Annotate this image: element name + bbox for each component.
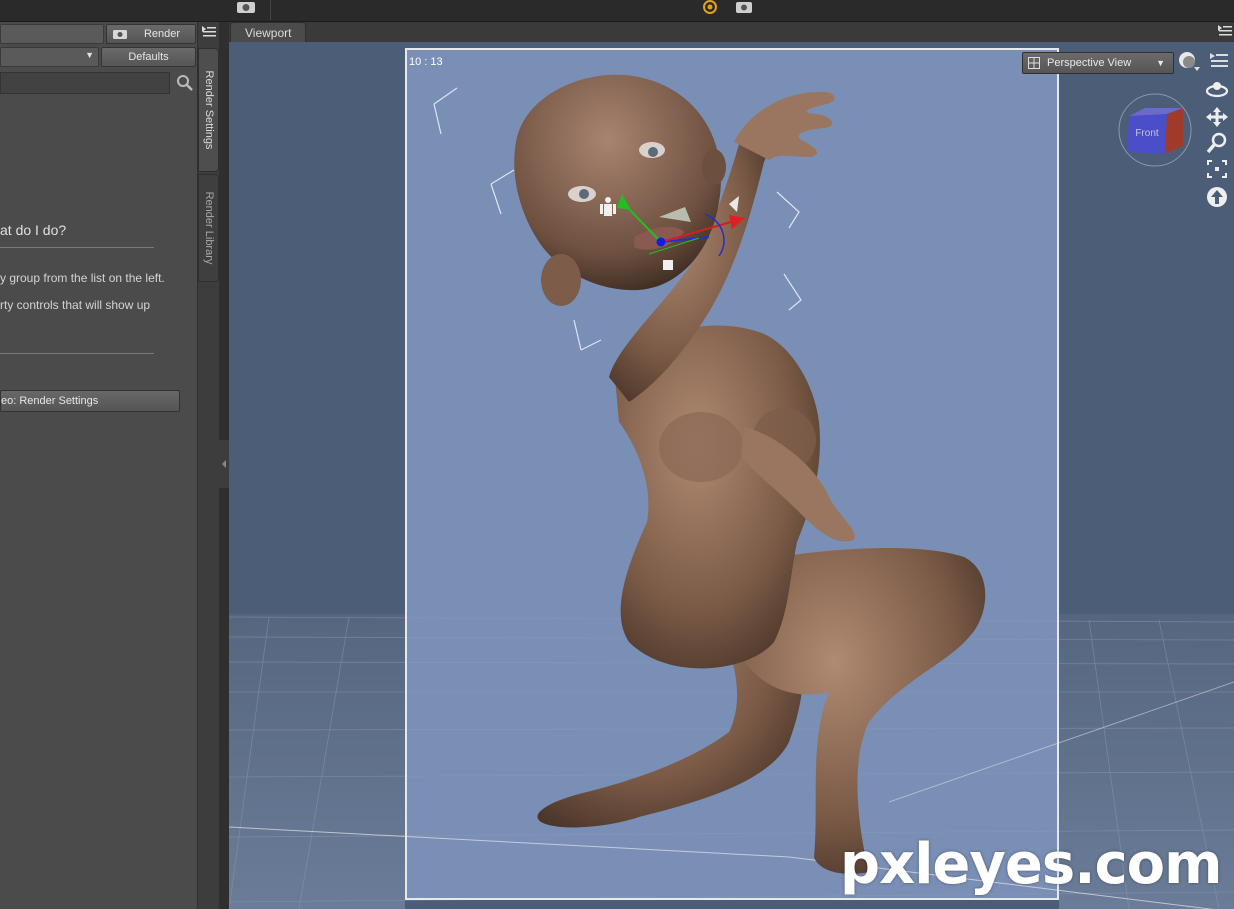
home-icon[interactable] [1205,186,1229,208]
splitter-handle[interactable] [219,440,229,488]
render-button[interactable]: Render [106,24,196,44]
chevron-down-icon: ▼ [1156,58,1165,68]
render-button-label: Render [143,28,181,40]
render-frame [405,48,1059,900]
toolbar-separator [270,0,271,20]
view-cube-icon[interactable]: Front [1117,92,1193,168]
help-heading: at do I do? [0,222,67,238]
help-text-line: rty controls that will show up [0,298,151,312]
top-toolbar [0,0,1234,22]
perspective-view-dropdown[interactable]: Perspective View ▼ [1022,52,1174,74]
render-settings-panel: Render ▼ Defaults at do I do? y group fr… [0,22,198,909]
camera-icon[interactable] [235,0,257,16]
tab-render-settings[interactable]: Render Settings [198,48,219,172]
floor-plane [229,614,405,909]
camera-view-icon [1028,57,1040,69]
panel-tab-strip: Render Settings Render Library [198,22,219,909]
tab-viewport[interactable]: Viewport [230,22,306,42]
view-cube-label: Front [1135,128,1159,139]
divider [0,247,154,248]
shading-icon[interactable] [1177,50,1201,72]
panel-menu-icon[interactable] [1207,50,1231,72]
view-select-label: Perspective View [1047,57,1132,69]
tab-render-library[interactable]: Render Library [198,174,219,282]
panel-menu-icon[interactable] [201,25,217,39]
chevron-down-icon: ▼ [85,50,94,60]
search-icon[interactable] [176,74,194,92]
divider [0,353,154,354]
camera-icon[interactable] [734,0,756,16]
tab-label: Render Library [202,191,215,265]
panel-menu-icon[interactable] [1217,24,1233,38]
timecode: 10 : 13 [409,56,443,68]
preset-dropdown[interactable]: ▼ [0,47,99,67]
pan-icon[interactable] [1205,106,1229,128]
render-target-field[interactable] [0,24,104,44]
watermark: pxleyes.com [840,832,1222,897]
frame-icon[interactable] [1205,158,1229,180]
render-camera-icon[interactable] [700,0,722,16]
search-input[interactable] [0,72,170,94]
3d-viewport[interactable]: 10 : 13 Perspective View ▼ Front [229,42,1234,909]
tab-label: Render Settings [202,70,215,150]
zoom-icon[interactable] [1205,132,1229,154]
orbit-icon[interactable] [1205,78,1229,100]
chevron-left-icon [222,460,226,468]
help-text-line: y group from the list on the left. [0,271,165,285]
defaults-button[interactable]: Defaults [101,47,196,67]
video-tutorial-button[interactable]: eo: Render Settings [0,390,180,412]
camera-icon [113,30,127,39]
